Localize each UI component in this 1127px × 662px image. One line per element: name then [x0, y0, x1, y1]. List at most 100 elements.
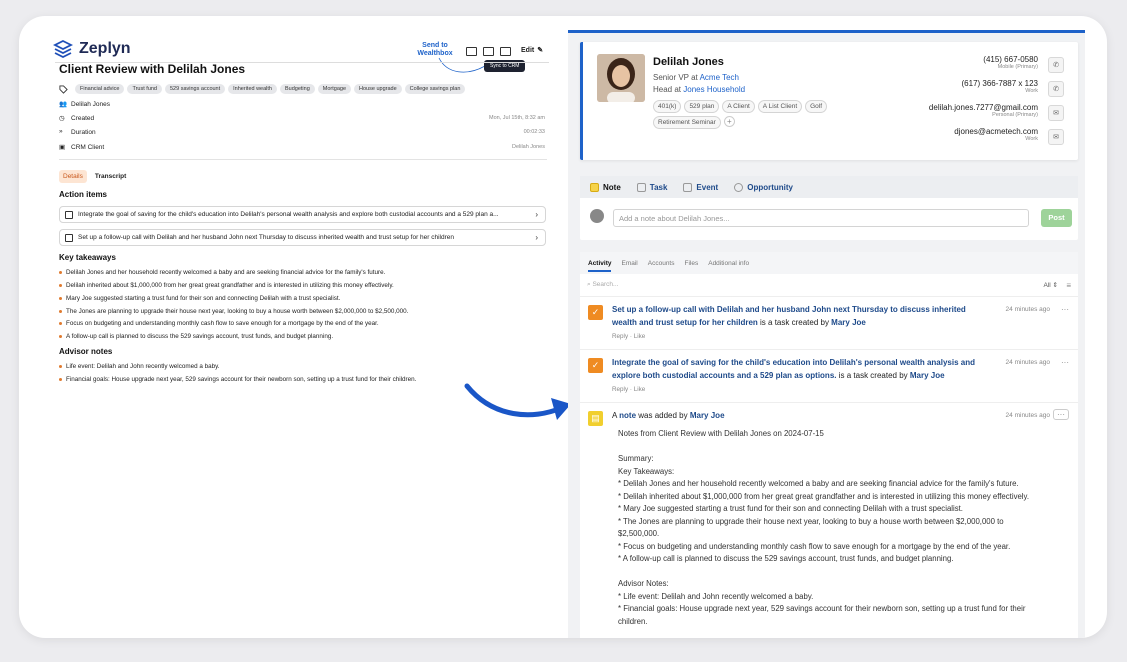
takeaway-item: A follow-up call is planned to discuss t…: [59, 333, 333, 340]
author-link[interactable]: Mary Joe: [690, 411, 725, 420]
feed-search[interactable]: ⌕ Search...: [587, 281, 618, 289]
tag[interactable]: College savings plan: [404, 84, 466, 94]
tag[interactable]: Financial advice: [75, 84, 125, 94]
advisor-note-text: Life event: Delilah and John recently we…: [66, 363, 220, 370]
email-icon[interactable]: ✉: [1048, 129, 1064, 145]
contact-household: Head at Jones Household: [653, 85, 745, 94]
tab-task[interactable]: Task: [636, 182, 667, 192]
contact-tag[interactable]: Golf: [805, 100, 828, 113]
contact-tag[interactable]: A List Client: [757, 100, 803, 113]
created-value: Mon, Jul 15th, 8:32 am: [489, 115, 545, 121]
company-link[interactable]: Acme Tech: [700, 73, 739, 82]
tab-opportunity[interactable]: Opportunity: [734, 182, 793, 192]
contact-card: Delilah Jones Senior VP at Acme Tech Hea…: [580, 42, 1078, 160]
takeaway-text: Mary Joe suggested starting a trust fund…: [66, 295, 341, 302]
user-avatar: [590, 209, 604, 223]
filter-icon[interactable]: ≡: [1066, 281, 1071, 290]
filter-select[interactable]: All ⇕: [1044, 281, 1059, 289]
calendar-icon: [683, 182, 693, 192]
more-icon[interactable]: ···: [1061, 358, 1069, 367]
edit-label: Edit: [521, 47, 535, 54]
action-item[interactable]: Set up a follow-up call with Delilah and…: [59, 229, 546, 246]
tab-activity[interactable]: Activity: [588, 260, 612, 272]
takeaway-text: Delilah Jones and her household recently…: [66, 269, 386, 276]
phone-mobile: (415) 667-0580 Mobile (Primary): [983, 55, 1038, 70]
tag[interactable]: Mortgage: [317, 84, 352, 94]
email-icon[interactable]: ✉: [1048, 105, 1064, 121]
takeaway-text: Focus on budgeting and understanding mon…: [66, 320, 379, 327]
reply-like[interactable]: Reply · Like: [612, 386, 645, 393]
task-icon: [636, 182, 646, 192]
tab-accounts[interactable]: Accounts: [648, 260, 675, 267]
bullet: [59, 310, 62, 313]
tab-email[interactable]: Email: [621, 260, 637, 267]
created-row: ◷ Created: [59, 114, 95, 123]
edit-button[interactable]: Edit ✎: [518, 46, 543, 54]
tag[interactable]: Inherited wealth: [228, 84, 277, 94]
more-icon[interactable]: ···: [1061, 305, 1069, 314]
action-items-heading: Action items: [59, 190, 108, 199]
contact-tag[interactable]: Retirement Seminar: [653, 116, 721, 129]
checkbox[interactable]: [65, 210, 73, 219]
bullet: [59, 297, 62, 300]
more-icon[interactable]: ···: [1053, 409, 1069, 420]
note-input[interactable]: Add a note about Delilah Jones...: [613, 209, 1029, 227]
household-link[interactable]: Jones Household: [683, 85, 745, 94]
post-button[interactable]: Post: [1041, 209, 1072, 227]
takeaway-item: Delilah inherited about $1,000,000 from …: [59, 282, 394, 289]
people-icon: 👥: [59, 101, 68, 108]
add-tag-button[interactable]: +: [723, 116, 735, 127]
note-link[interactable]: note: [619, 411, 636, 420]
crm-row: ▣ CRM Client: [59, 143, 104, 152]
sync-icon[interactable]: [483, 47, 494, 56]
checkbox[interactable]: [65, 233, 73, 242]
action-item[interactable]: Integrate the goal of saving for the chi…: [59, 206, 546, 223]
head-prefix: Head at: [653, 85, 684, 94]
feed-tabs: Activity Email Accounts Files Additional…: [580, 252, 1078, 274]
feed-item-text: Set up a follow-up call with Delilah and…: [612, 304, 992, 329]
contact-card-icon: ▣: [59, 144, 66, 151]
tag[interactable]: 529 savings account: [165, 84, 226, 94]
email-label: Work: [1025, 136, 1038, 142]
takeaway-item: Mary Joe suggested starting a trust fund…: [59, 295, 340, 302]
contact-tag[interactable]: 529 plan: [684, 100, 720, 113]
fast-forward-icon: »: [59, 128, 63, 135]
bullet: [59, 322, 62, 325]
email-personal: delilah.jones.7277@gmail.com Personal (Pr…: [929, 103, 1038, 118]
reply-like[interactable]: Reply · Like: [612, 333, 645, 340]
feed-item-note: ▤ A note was added by Mary Joe 24 minute…: [580, 402, 1078, 638]
tab-note[interactable]: Note: [590, 182, 621, 192]
phone-value: (415) 667-0580: [983, 55, 1038, 64]
contact-tags: 401(k) 529 plan A Client A List Client G…: [653, 100, 853, 129]
created-label: Created: [71, 114, 95, 122]
bullet: [59, 284, 62, 287]
author-link[interactable]: Mary Joe: [831, 318, 866, 327]
tab-additional-info[interactable]: Additional info: [708, 260, 749, 267]
contact-photo: [597, 54, 645, 102]
advisor-note-item: Financial goals: House upgrade next year…: [59, 376, 416, 383]
role-prefix: Senior VP at: [653, 73, 700, 82]
author-link[interactable]: Mary Joe: [910, 371, 945, 380]
phone-icon[interactable]: ✆: [1048, 81, 1064, 97]
clock-icon: ◷: [59, 115, 65, 122]
tab-event[interactable]: Event: [683, 182, 718, 192]
key-takeaways-heading: Key takeaways: [59, 253, 116, 262]
zeplyn-logo: Zeplyn: [53, 39, 131, 59]
tag[interactable]: Trust fund: [127, 84, 162, 94]
tab-transcript[interactable]: Transcript: [91, 170, 130, 183]
action-item-text: Set up a follow-up call with Delilah and…: [78, 234, 455, 241]
feed-item: ✓ Set up a follow-up call with Delilah a…: [580, 296, 1078, 349]
tab-files[interactable]: Files: [685, 260, 699, 267]
crm-icon[interactable]: [500, 47, 511, 56]
mail-icon[interactable]: [466, 47, 477, 56]
tag[interactable]: Budgeting: [280, 84, 315, 94]
chevron-right-icon: ›: [535, 233, 538, 242]
callout-curve: [438, 57, 486, 73]
contact-tag[interactable]: 401(k): [653, 100, 682, 113]
takeaway-item: Delilah Jones and her household recently…: [59, 269, 385, 276]
tab-details[interactable]: Details: [59, 170, 87, 183]
contact-tag[interactable]: A Client: [722, 100, 755, 113]
tag[interactable]: House upgrade: [354, 84, 402, 94]
phone-icon[interactable]: ✆: [1048, 57, 1064, 73]
note-icon: [590, 182, 599, 192]
